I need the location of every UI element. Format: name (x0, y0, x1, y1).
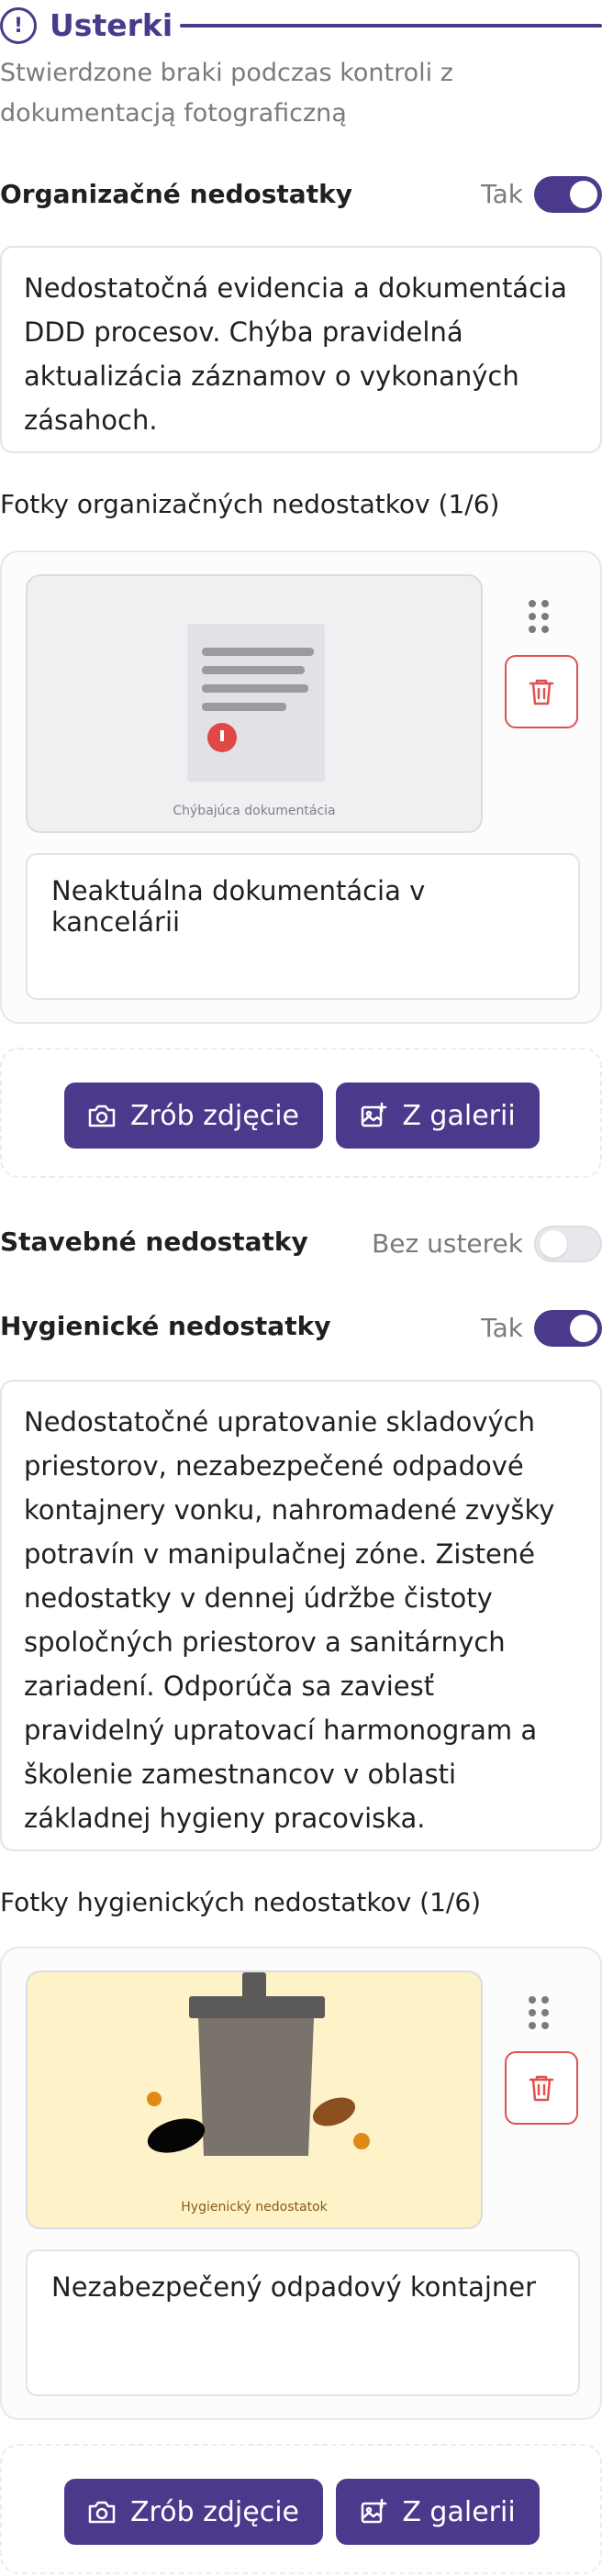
drag-handle-icon[interactable] (525, 598, 554, 635)
gallery-icon (362, 2498, 387, 2524)
photo-card-hygiene: Hygienický nedostatok Nezabezpečený odpa… (0, 1947, 602, 2420)
page-subtitle: Stwierdzone braki podczas kontroli z dok… (0, 59, 453, 128)
thumbnail-caption: Chýbajúca dokumentácia (173, 804, 336, 818)
delete-photo-button[interactable] (505, 2051, 578, 2125)
toggle-label-organizational: Tak (481, 179, 523, 209)
section-title-hygiene: Hygienické nedostatky (0, 1311, 331, 1341)
gallery-button[interactable]: Z galerii (336, 1083, 540, 1149)
description-hygiene[interactable]: Nedostatočné upratovanie skladových prie… (0, 1380, 602, 1851)
photo-thumbnail[interactable]: Hygienický nedostatok (26, 1971, 483, 2229)
trash-icon (529, 2075, 554, 2102)
toggle-hygiene[interactable] (534, 1310, 602, 1347)
alert-circle-icon: ! (0, 7, 37, 44)
gallery-icon (362, 1102, 387, 1127)
trash-icon (529, 679, 554, 705)
thumbnail-caption: Hygienický nedostatok (181, 2200, 328, 2215)
photos-title-hygiene: Fotky hygienických nedostatkov (1/6) (0, 1887, 482, 1917)
description-organizational[interactable]: Nedostatočná evidencia a dokumentácia DD… (0, 246, 602, 453)
title-divider (180, 24, 602, 28)
page-title: Usterki (50, 7, 173, 43)
section-title-organizational: Organizačné nedostatky (0, 179, 352, 209)
photo-actions-organizational: Zrób zdjęcie Z galerii (0, 1048, 602, 1178)
photo-card-organizational: Chýbajúca dokumentácia Neaktuálna dokume… (0, 550, 602, 1024)
gallery-button[interactable]: Z galerii (336, 2479, 540, 2545)
camera-icon (88, 1105, 116, 1127)
toggle-organizational[interactable] (534, 176, 602, 213)
photo-thumbnail[interactable]: Chýbajúca dokumentácia (26, 574, 483, 833)
toggle-label-hygiene: Tak (481, 1313, 523, 1343)
camera-icon (88, 2501, 116, 2524)
take-photo-button[interactable]: Zrób zdjęcie (64, 2479, 323, 2545)
photo-description-input[interactable]: Nezabezpečený odpadový kontajner (26, 2249, 580, 2396)
toggle-label-structural: Bez usterek (372, 1228, 523, 1259)
delete-photo-button[interactable] (505, 655, 578, 728)
take-photo-button[interactable]: Zrób zdjęcie (64, 1083, 323, 1149)
toggle-structural[interactable] (534, 1226, 602, 1262)
photo-description-input[interactable]: Neaktuálna dokumentácia v kancelárii (26, 853, 580, 1000)
photos-title-organizational: Fotky organizačných nedostatkov (1/6) (0, 489, 500, 519)
drag-handle-icon[interactable] (525, 1994, 554, 2031)
photo-actions-hygiene: Zrób zdjęcie Z galerii (0, 2444, 602, 2574)
section-title-structural: Stavebné nedostatky (0, 1227, 308, 1257)
